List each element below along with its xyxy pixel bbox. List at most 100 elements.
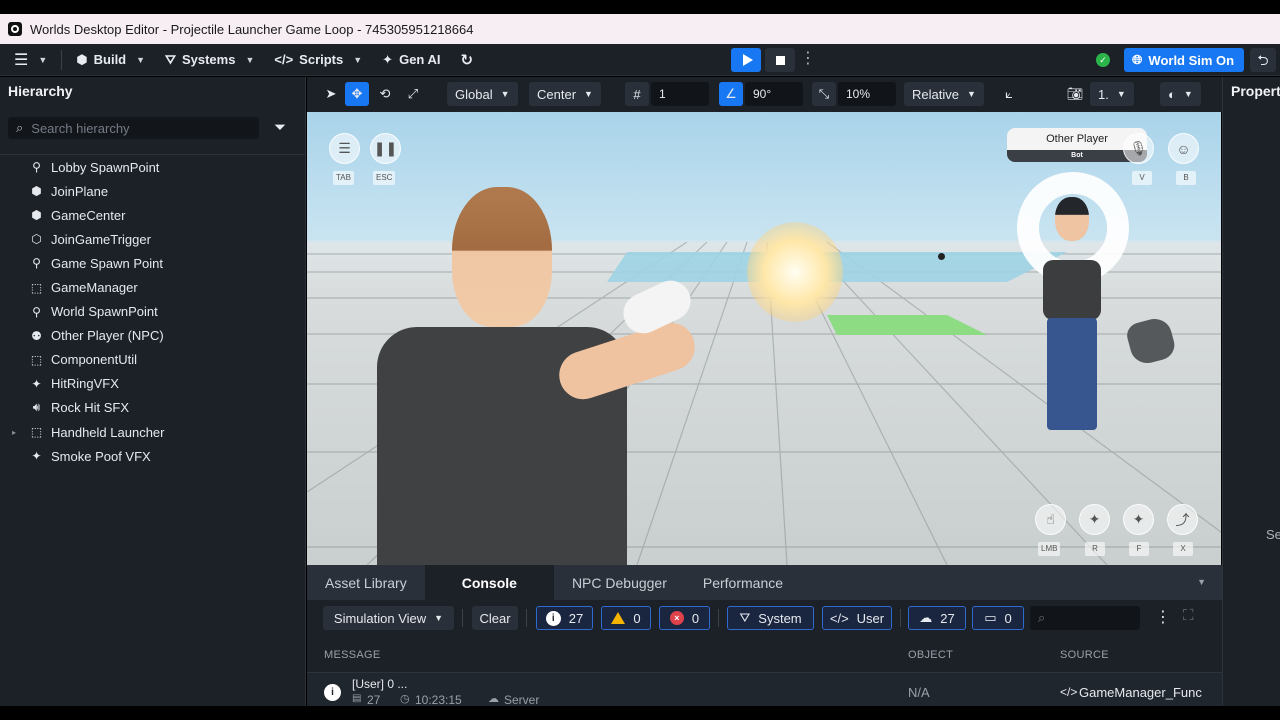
build-menu-button[interactable]: ⬢ Build ▼ xyxy=(66,44,155,76)
hierarchy-item[interactable]: ⬡ JoinGameTrigger xyxy=(0,227,306,251)
system-filter-button[interactable]: ⛛ System xyxy=(727,606,814,630)
refresh-button[interactable]: ↻ xyxy=(451,44,484,76)
more-options-icon[interactable]: ⋮ xyxy=(799,48,817,72)
mesh-icon: ⬢ xyxy=(31,184,42,199)
genai-menu-button[interactable]: ✦ Gen AI xyxy=(372,44,450,76)
hierarchy-item[interactable]: ✦ HitRingVFX xyxy=(0,372,306,396)
tab-npc-debugger[interactable]: NPC Debugger xyxy=(554,565,685,600)
chevron-down-icon: ▼ xyxy=(1116,89,1126,99)
x-action-hud-button[interactable]: ⤴ xyxy=(1167,504,1198,535)
app-logo-icon xyxy=(8,22,22,36)
hierarchy-item-label: GameManager xyxy=(51,280,138,296)
pause-hud-button[interactable]: ❚❚ xyxy=(370,133,401,164)
camera-speed-dropdown[interactable]: 1. ▼ xyxy=(1090,82,1134,106)
snap-vertex-icon[interactable]: ⟀ xyxy=(999,82,1019,106)
world-sim-toggle[interactable]: 🌐︎ World Sim On xyxy=(1124,48,1245,72)
hierarchy-item[interactable]: ▸ ⬚ Handheld Launcher xyxy=(0,420,306,444)
grid-snap-icon[interactable]: # xyxy=(625,82,649,106)
local-filter-button[interactable]: ▭ 0 xyxy=(972,606,1024,630)
chevron-down-icon: ▼ xyxy=(584,89,593,99)
v-key-hint: V xyxy=(1132,171,1152,185)
expand-arrow-icon[interactable]: ▸ xyxy=(12,428,16,437)
undo-icon[interactable]: ⮌ xyxy=(1250,48,1276,72)
relative-dropdown[interactable]: Relative ▼ xyxy=(904,82,984,106)
hierarchy-item[interactable]: ⚲ Lobby SpawnPoint xyxy=(0,155,306,179)
toolbar-divider xyxy=(526,609,527,627)
cloud-icon: ☁ xyxy=(919,610,933,625)
hierarchy-search-input[interactable]: ⌕ Search hierarchy xyxy=(8,117,259,139)
toolbar-divider xyxy=(462,609,463,627)
hierarchy-item[interactable]: ⚲ Game Spawn Point xyxy=(0,251,306,275)
camera-icon[interactable]: 📷︎ xyxy=(1065,82,1085,106)
hierarchy-item[interactable]: ⬚ ComponentUtil xyxy=(0,348,306,372)
hamburger-menu-button[interactable]: ☰ ▼ xyxy=(0,44,57,76)
user-filter-button[interactable]: </> User xyxy=(822,606,892,630)
explosion-vfx xyxy=(747,222,843,322)
filter-icon[interactable]: ⏷ xyxy=(274,119,286,136)
rotation-snap-input[interactable]: 90° xyxy=(745,82,803,106)
row-count: 27 xyxy=(367,693,381,707)
grid-snap-input[interactable]: 1 xyxy=(651,82,709,106)
f-action-hud-button[interactable]: ✦ xyxy=(1123,504,1154,535)
stop-button[interactable] xyxy=(765,48,795,72)
fire-hud-button[interactable]: ☝ xyxy=(1035,504,1066,535)
menu-hud-button[interactable]: ☰ xyxy=(329,133,360,164)
r-action-hud-button[interactable]: ✦ xyxy=(1079,504,1110,535)
hierarchy-item[interactable]: ⬢ GameCenter xyxy=(0,203,306,227)
scale-tool-icon[interactable]: ⤢ xyxy=(403,82,423,106)
rotate-tool-icon[interactable]: ⟲ xyxy=(375,82,395,106)
simulation-view-dropdown[interactable]: Simulation View ▼ xyxy=(323,606,454,630)
server-filter-button[interactable]: ☁ 27 xyxy=(908,606,966,630)
tab-performance[interactable]: Performance xyxy=(685,565,801,600)
render-mode-dropdown[interactable]: ◐ ▼ xyxy=(1160,82,1201,106)
pivot-label: Center xyxy=(537,86,577,102)
properties-panel: Properties Se xyxy=(1222,77,1280,720)
move-tool-icon[interactable]: ✥ xyxy=(345,82,369,106)
search-icon: ⌕ xyxy=(1038,610,1046,625)
sparkle-icon: ✦ xyxy=(31,449,42,464)
genai-label: Gen AI xyxy=(399,52,441,67)
warning-filter-button[interactable]: 0 xyxy=(601,606,651,630)
scene-viewport[interactable]: ☰ TAB ❚❚ ESC Other Player Bot 🎙︎ V ☺ B ☝… xyxy=(307,112,1221,565)
trigger-icon: ⬡ xyxy=(31,232,42,247)
expand-icon[interactable]: ⛶ xyxy=(1183,607,1194,624)
hierarchy-item[interactable]: ⬚ GameManager xyxy=(0,275,306,299)
hierarchy-item-label: ComponentUtil xyxy=(51,352,137,368)
mute-hud-button[interactable]: 🎙︎ xyxy=(1123,133,1154,164)
hierarchy-item[interactable]: ⚉ Other Player (NPC) xyxy=(0,324,306,348)
emote-hud-button[interactable]: ☺ xyxy=(1168,133,1199,164)
systems-menu-button[interactable]: ⛛ Systems ▼ xyxy=(155,44,264,76)
hierarchy-item-label: Lobby SpawnPoint xyxy=(51,159,160,175)
properties-partial-text: Se xyxy=(1266,527,1280,542)
select-tool-icon[interactable]: ➤ xyxy=(321,82,341,106)
tab-console[interactable]: Console xyxy=(424,565,554,600)
info-filter-button[interactable]: i 27 xyxy=(536,606,593,630)
window-title: Worlds Desktop Editor - Projectile Launc… xyxy=(30,21,474,37)
row-source[interactable]: GameManager_Func xyxy=(1079,685,1202,700)
clear-label: Clear xyxy=(479,610,511,626)
hierarchy-item-label: Game Spawn Point xyxy=(51,255,164,271)
hierarchy-item[interactable]: ⬢ JoinPlane xyxy=(0,179,306,203)
hierarchy-title: Hierarchy xyxy=(8,83,73,99)
rotation-snap-icon[interactable]: ∠ xyxy=(719,82,743,106)
scale-snap-icon[interactable]: ⤡ xyxy=(812,82,836,106)
scripts-menu-button[interactable]: </> Scripts ▼ xyxy=(264,44,372,76)
pivot-dropdown[interactable]: Center ▼ xyxy=(529,82,601,106)
clear-button[interactable]: Clear xyxy=(472,606,518,630)
tab-asset-library[interactable]: Asset Library xyxy=(307,565,425,600)
console-search-input[interactable]: ⌕ xyxy=(1030,606,1140,630)
hierarchy-item[interactable]: ✦ Smoke Poof VFX xyxy=(0,444,306,468)
more-options-icon[interactable]: ⋮ xyxy=(1155,607,1171,627)
viewport-toolbar: ➤ ✥ ⟲ ⤢ Global ▼ Center ▼ # 1 ∠ 90° ⤡ 10% … xyxy=(307,77,1222,112)
space-dropdown[interactable]: Global ▼ xyxy=(447,82,518,106)
hierarchy-item[interactable]: 🔊︎ Rock Hit SFX xyxy=(0,396,306,420)
hierarchy-panel: Hierarchy ⌕ Search hierarchy ⏷ ⚲ Lobby Sp… xyxy=(0,77,306,720)
error-filter-button[interactable]: × 0 xyxy=(659,606,710,630)
play-button[interactable] xyxy=(731,48,761,72)
cube-icon: ⬢ xyxy=(76,51,88,67)
scale-snap-input[interactable]: 10% xyxy=(838,82,896,106)
pause-icon: ❚❚ xyxy=(373,140,398,156)
chevron-down-icon[interactable]: ▼ xyxy=(1197,577,1206,587)
comment-icon: ▤ xyxy=(352,693,362,704)
hierarchy-item[interactable]: ⚲ World SpawnPoint xyxy=(0,300,306,324)
